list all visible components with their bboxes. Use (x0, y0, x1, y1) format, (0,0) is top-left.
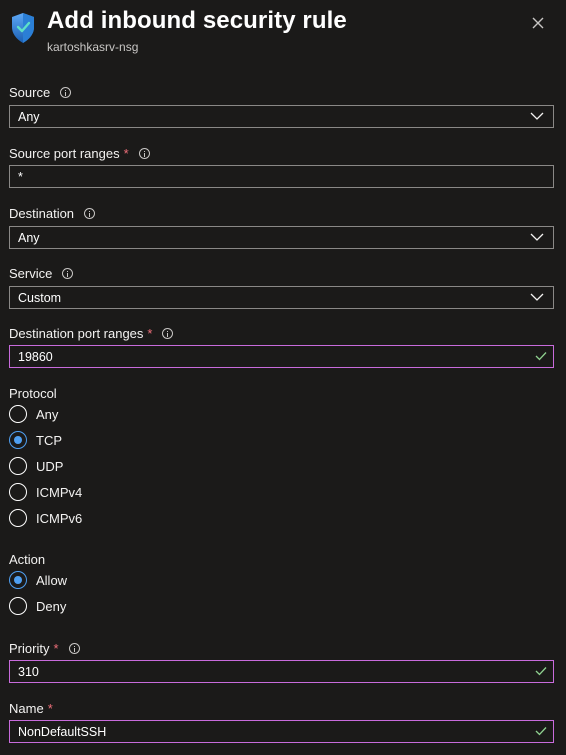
chevron-down-icon (530, 233, 544, 241)
chevron-down-icon (530, 293, 544, 301)
service-label: Service (9, 266, 74, 281)
required-marker: * (53, 641, 59, 656)
service-label-text: Service (9, 266, 53, 281)
priority-value: 310 (18, 664, 39, 679)
protocol-option-label: ICMPv6 (36, 510, 83, 526)
priority-input[interactable]: 310 (9, 660, 554, 683)
protocol-option-any[interactable]: Any (9, 405, 58, 423)
chevron-down-icon (530, 112, 544, 120)
source-port-ranges-label: Source port ranges * (9, 146, 150, 161)
radio-button[interactable] (9, 457, 27, 475)
protocol-option-icmpv4[interactable]: ICMPv4 (9, 483, 82, 501)
action-label: Action (9, 552, 46, 567)
destination-port-ranges-label: Destination port ranges * (9, 326, 174, 341)
priority-label-text: Priority (9, 641, 50, 656)
destination-label-text: Destination (9, 206, 75, 221)
action-option-label: Allow (36, 572, 68, 588)
info-icon[interactable] (138, 148, 150, 159)
source-dropdown[interactable]: Any (9, 105, 554, 128)
checkmark-icon (535, 667, 547, 676)
name-label-text: Name (9, 701, 44, 716)
destination-label: Destination (9, 206, 96, 221)
protocol-option-label: Any (36, 406, 59, 422)
required-marker: * (47, 701, 53, 716)
source-port-ranges-value: * (18, 169, 23, 184)
source-port-ranges-input[interactable]: * (9, 165, 554, 188)
required-marker: * (147, 326, 153, 341)
panel-subtitle: kartoshkasrv-nsg (47, 40, 139, 54)
info-icon[interactable] (60, 87, 72, 98)
source-label: Source (9, 85, 72, 100)
source-value: Any (18, 109, 40, 124)
radio-button-selected[interactable] (9, 571, 27, 589)
service-dropdown[interactable]: Custom (9, 286, 554, 309)
info-icon[interactable] (162, 328, 174, 339)
name-value: NonDefaultSSH (18, 724, 107, 739)
info-icon[interactable] (84, 208, 96, 219)
source-label-text: Source (9, 85, 51, 100)
info-icon[interactable] (62, 268, 74, 279)
destination-dropdown[interactable]: Any (9, 226, 554, 249)
protocol-option-tcp[interactable]: TCP (9, 431, 62, 449)
radio-button[interactable] (9, 509, 27, 527)
radio-button-selected[interactable] (9, 431, 27, 449)
checkmark-icon (535, 352, 547, 361)
shield-icon (12, 13, 34, 43)
priority-label: Priority * (9, 641, 80, 656)
radio-button[interactable] (9, 483, 27, 501)
destination-value: Any (18, 230, 40, 245)
radio-button[interactable] (9, 597, 27, 615)
destination-port-ranges-input[interactable]: 19860 (9, 345, 554, 368)
protocol-option-udp[interactable]: UDP (9, 457, 63, 475)
action-option-allow[interactable]: Allow (9, 571, 67, 589)
protocol-option-label: TCP (36, 432, 62, 448)
service-value: Custom (18, 290, 62, 305)
destination-port-ranges-value: 19860 (18, 349, 53, 364)
required-marker: * (123, 146, 129, 161)
protocol-option-label: ICMPv4 (36, 484, 83, 500)
action-option-label: Deny (36, 598, 67, 614)
protocol-option-icmpv6[interactable]: ICMPv6 (9, 509, 82, 527)
protocol-label: Protocol (9, 386, 57, 401)
panel-header: Add inbound security rule kartoshkasrv-n… (0, 0, 566, 70)
info-icon[interactable] (68, 643, 80, 654)
source-port-ranges-label-text: Source port ranges (9, 146, 120, 161)
name-label: Name * (9, 701, 53, 716)
radio-button[interactable] (9, 405, 27, 423)
destination-port-ranges-label-text: Destination port ranges (9, 326, 144, 341)
action-option-deny[interactable]: Deny (9, 597, 66, 615)
checkmark-icon (535, 727, 547, 736)
panel-title: Add inbound security rule (47, 7, 347, 34)
name-input[interactable]: NonDefaultSSH (9, 720, 554, 743)
close-icon[interactable] (527, 12, 549, 34)
protocol-option-label: UDP (36, 458, 64, 474)
